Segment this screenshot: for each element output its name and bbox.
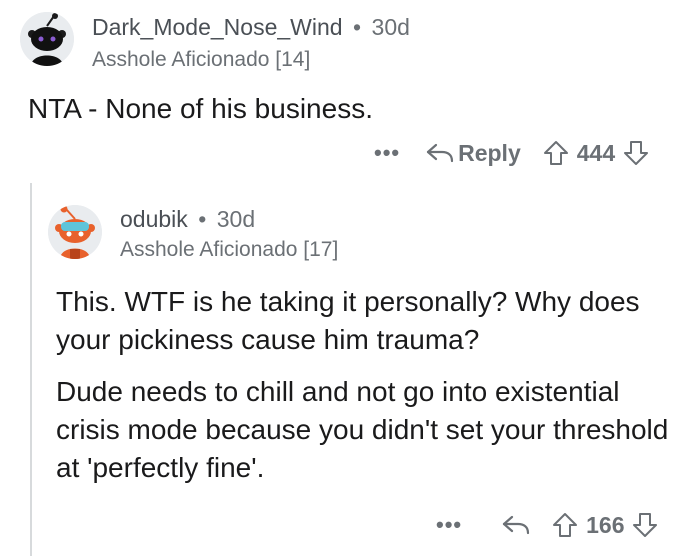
user-flair: Asshole Aficionado [17]: [120, 238, 339, 261]
comment-paragraph: NTA - None of his business.: [28, 93, 373, 124]
username[interactable]: odubik: [120, 206, 188, 232]
comment-header: odubik • 30d: [120, 206, 255, 233]
upvote-icon[interactable]: [552, 512, 578, 538]
reply-icon: [427, 143, 454, 163]
comment-body: NTA - None of his business.: [28, 90, 668, 128]
vote-score: 166: [586, 511, 625, 538]
separator-dot: •: [353, 14, 362, 40]
reply-button[interactable]: Reply: [426, 140, 521, 167]
upvote-icon[interactable]: [543, 140, 569, 166]
comment-header: Dark_Mode_Nose_Wind • 30d: [92, 14, 410, 41]
comment-paragraph: Dude needs to chill and not go into exis…: [56, 376, 669, 483]
comment-age: 30d: [216, 206, 256, 232]
thread-line[interactable]: [30, 183, 32, 556]
comment-body: This. WTF is he taking it personally? Wh…: [56, 283, 686, 487]
comment-actions: ••• 166: [436, 508, 658, 542]
more-icon[interactable]: •••: [374, 140, 400, 166]
downvote-icon[interactable]: [623, 140, 649, 166]
downvote-icon[interactable]: [632, 512, 658, 538]
more-icon[interactable]: •••: [436, 512, 462, 538]
reply-label: Reply: [458, 139, 521, 166]
avatar[interactable]: [48, 205, 102, 259]
comment-age: 30d: [371, 14, 410, 40]
reply-icon[interactable]: [502, 514, 530, 536]
comment-actions: ••• Reply 444: [374, 136, 649, 170]
avatar[interactable]: [20, 12, 74, 66]
username[interactable]: Dark_Mode_Nose_Wind: [92, 14, 343, 40]
comment-paragraph: This. WTF is he taking it personally? Wh…: [56, 286, 640, 355]
user-flair: Asshole Aficionado [14]: [92, 48, 311, 71]
separator-dot: •: [198, 206, 207, 232]
vote-score: 444: [576, 139, 616, 166]
